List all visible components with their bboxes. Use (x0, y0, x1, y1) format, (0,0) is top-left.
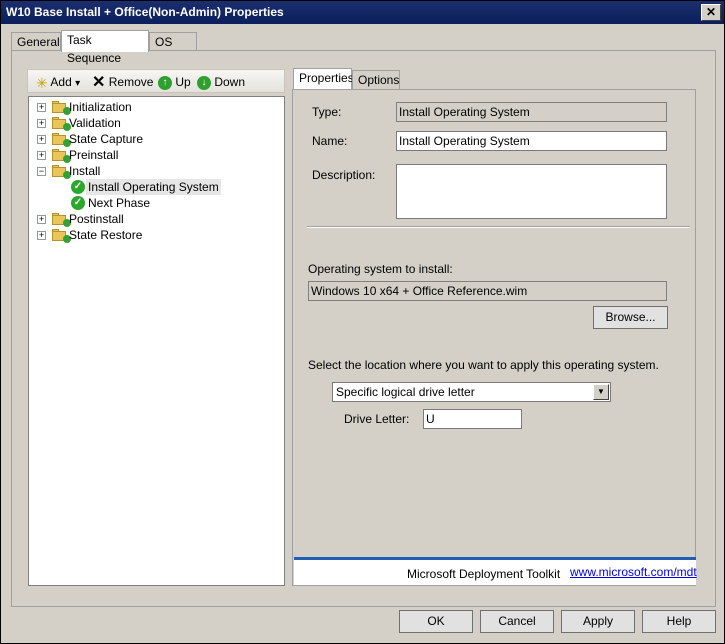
add-label: Add (50, 75, 72, 89)
apply-button[interactable]: Apply (561, 610, 635, 633)
task-sequence-toolbar: ✳ Add ▾ ✕ Remove ↑ Up ↓ Down (27, 69, 285, 93)
folder-icon (52, 117, 71, 131)
folder-icon (52, 229, 71, 243)
folder-icon (52, 133, 71, 147)
up-button[interactable]: ↑ Up (158, 73, 191, 91)
window-title: W10 Base Install + Office(Non-Admin) Pro… (6, 5, 284, 19)
tree-item-preinstall[interactable]: Preinstall (69, 147, 118, 163)
properties-dialog: W10 Base Install + Office(Non-Admin) Pro… (0, 0, 725, 644)
folder-icon (52, 101, 71, 115)
x-icon: ✕ (92, 73, 106, 91)
task-sequence-tree[interactable]: + Initialization + Validation + State Ca… (28, 96, 285, 586)
folder-icon (52, 213, 71, 227)
expand-icon[interactable]: + (37, 135, 46, 144)
check-icon: ✓ (71, 196, 85, 210)
expand-icon[interactable]: + (37, 103, 46, 112)
tab-options[interactable]: Options (352, 70, 400, 90)
title-bar: W10 Base Install + Office(Non-Admin) Pro… (1, 1, 724, 24)
description-label: Description: (312, 168, 376, 182)
mdt-footer: Microsoft Deployment Toolkit www.microso… (294, 557, 697, 585)
expand-icon[interactable]: + (37, 215, 46, 224)
tab-os-info[interactable]: OS Info (149, 32, 197, 67)
ok-button[interactable]: OK (399, 610, 473, 633)
mdt-link[interactable]: www.microsoft.com/mdt (570, 565, 697, 579)
chevron-down-icon[interactable]: ▼ (593, 384, 609, 400)
tab-task-sequence[interactable]: Task Sequence (61, 30, 149, 65)
tab-properties[interactable]: Properties (293, 68, 354, 90)
up-arrow-icon: ↑ (158, 75, 172, 90)
tab-general[interactable]: General (11, 32, 61, 52)
tab-properties-label: Properties (299, 71, 354, 85)
tree-item-state-restore[interactable]: State Restore (69, 227, 142, 243)
folder-icon (52, 165, 71, 179)
tab-options-label: Options (358, 73, 400, 87)
tree-item-install[interactable]: Install (69, 163, 100, 179)
product-name: Microsoft Deployment Toolkit (407, 567, 561, 581)
name-field[interactable]: Install Operating System (396, 131, 667, 151)
tree-item-install-operating-system[interactable]: Install Operating System (86, 179, 221, 195)
location-select-value: Specific logical drive letter (336, 385, 475, 399)
location-label: Select the location where you want to ap… (308, 358, 659, 372)
sparkle-icon: ✳ (36, 74, 48, 91)
check-icon: ✓ (71, 180, 85, 194)
expand-icon[interactable]: + (37, 231, 46, 240)
close-button[interactable]: ✕ (701, 4, 721, 21)
description-field[interactable] (396, 164, 667, 219)
tab-general-label: General (17, 35, 60, 49)
down-button[interactable]: ↓ Down (197, 73, 245, 91)
cancel-button[interactable]: Cancel (480, 610, 554, 633)
location-select[interactable]: Specific logical drive letter ▼ (332, 382, 611, 402)
help-button[interactable]: Help (642, 610, 716, 633)
remove-button[interactable]: ✕ Remove (92, 73, 153, 91)
browse-button[interactable]: Browse... (593, 306, 668, 329)
tree-item-initialization[interactable]: Initialization (69, 99, 132, 115)
expand-icon[interactable]: + (37, 151, 46, 160)
down-arrow-icon: ↓ (197, 75, 211, 90)
os-label: Operating system to install: (308, 262, 453, 276)
drive-letter-label: Drive Letter: (344, 412, 410, 426)
dropdown-arrow-icon: ▾ (75, 78, 81, 89)
down-label: Down (214, 75, 246, 89)
collapse-icon[interactable]: − (37, 167, 46, 176)
expand-icon[interactable]: + (37, 119, 46, 128)
os-field: Windows 10 x64 + Office Reference.wim (308, 281, 667, 301)
folder-icon (52, 149, 71, 163)
type-field: Install Operating System (396, 102, 667, 122)
drive-letter-field[interactable]: U (423, 409, 522, 429)
tree-item-state-capture[interactable]: State Capture (69, 131, 143, 147)
separator (307, 226, 690, 228)
up-label: Up (175, 75, 191, 89)
tree-item-next-phase[interactable]: Next Phase (88, 195, 150, 211)
name-label: Name: (312, 134, 348, 148)
add-button[interactable]: ✳ Add ▾ (36, 73, 80, 91)
remove-label: Remove (108, 75, 154, 89)
tree-item-validation[interactable]: Validation (69, 115, 121, 131)
tree-item-postinstall[interactable]: Postinstall (69, 211, 124, 227)
tab-task-sequence-label: Task Sequence (67, 33, 122, 65)
type-label: Type: (312, 105, 342, 119)
